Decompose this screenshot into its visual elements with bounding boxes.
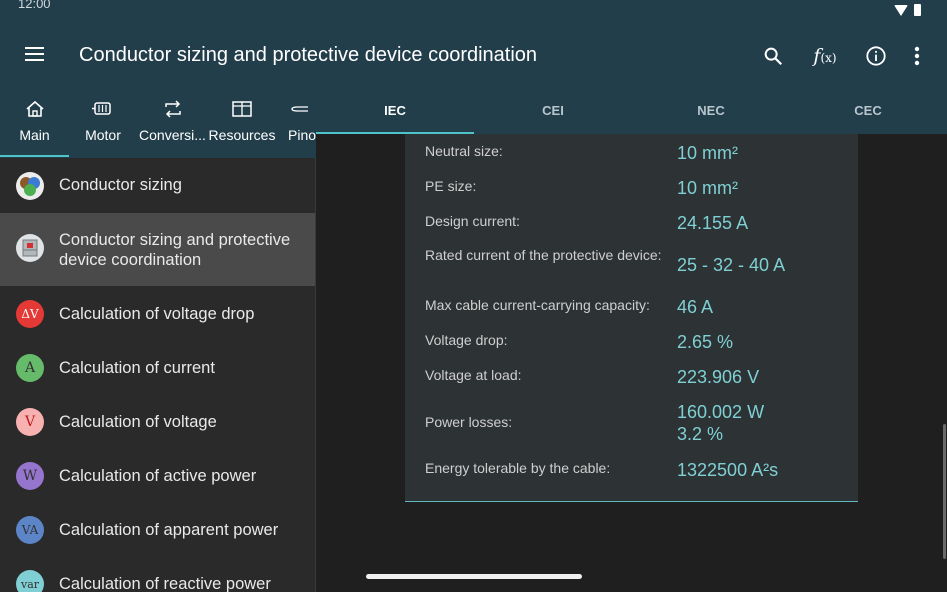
list-item-label: Conductor sizing and protective device c… (59, 231, 291, 269)
tab-label: Motor (85, 127, 121, 143)
menu-icon-line (25, 59, 44, 61)
results-panel: Neutral size: 10 mm² PE size: 10 mm² Des… (316, 134, 947, 592)
tab-conversions[interactable]: Conversi... (138, 86, 207, 158)
result-value-secondary: 3.2 % (677, 424, 724, 444)
page-title: Conductor sizing and protective device c… (79, 44, 538, 66)
result-label: Design current: (425, 213, 520, 229)
status-bar: 12:00 (0, 0, 947, 26)
result-value: 25 - 32 - 40 A (677, 255, 786, 275)
formula-button[interactable]: f(x) (810, 41, 840, 71)
results-card: Neutral size: 10 mm² PE size: 10 mm² Des… (405, 134, 858, 502)
list-item-reactive-power[interactable]: var Calculation of reactive power (0, 557, 315, 592)
tab-nec[interactable]: NEC (632, 86, 790, 134)
info-button[interactable] (861, 41, 891, 71)
gesture-home-bar[interactable] (366, 574, 582, 579)
list-item-voltage[interactable]: V Calculation of voltage (0, 395, 315, 449)
tab-motor[interactable]: Motor (71, 86, 135, 158)
tab-iec[interactable]: IEC (316, 86, 474, 134)
result-value: 10 mm² (677, 178, 739, 198)
result-label: Neutral size: (425, 143, 503, 159)
list-item-label: Conductor sizing (59, 176, 182, 194)
result-label: Max cable current-carrying capacity: (425, 297, 650, 313)
status-time: 12:00 (18, 0, 51, 11)
home-icon (25, 100, 44, 117)
tab-cei[interactable]: CEI (474, 86, 632, 134)
conversion-icon (164, 100, 181, 118)
result-value: 160.002 W (677, 402, 765, 422)
result-value: 10 mm² (677, 143, 739, 163)
conductor-sizing-icon (16, 172, 44, 200)
result-value: 24.155 A (677, 213, 749, 233)
result-label: Rated current of the protective device: (425, 247, 662, 263)
result-label: PE size: (425, 178, 477, 194)
result-label: Energy tolerable by the cable: (425, 460, 611, 476)
tab-label: Pino (288, 127, 316, 143)
tab-pinout[interactable]: Pino (288, 86, 316, 158)
menu-icon-line (25, 53, 44, 55)
list-item-active-power[interactable]: W Calculation of active power (0, 449, 315, 503)
info-icon (866, 46, 886, 66)
app-bar: Conductor sizing and protective device c… (0, 26, 947, 86)
tab-cec[interactable]: CEC (789, 86, 947, 134)
current-icon: A (16, 354, 44, 382)
voltage-icon: V (16, 408, 44, 436)
list-item-current[interactable]: A Calculation of current (0, 341, 315, 395)
motor-icon (92, 102, 111, 115)
menu-button[interactable] (22, 43, 48, 69)
list-item-conductor-sizing-coordination[interactable]: Conductor sizing and protective device c… (0, 213, 315, 286)
protective-device-icon (16, 234, 44, 262)
search-button[interactable] (758, 41, 788, 71)
reactive-power-icon: var (16, 570, 44, 592)
list-item-label: Calculation of apparent power (59, 521, 279, 539)
apparent-power-icon: VA (16, 516, 44, 544)
result-value: 46 A (677, 297, 714, 317)
result-value: 1322500 A²s (677, 460, 779, 480)
resources-icon (232, 101, 252, 117)
list-item-label: Calculation of voltage drop (59, 305, 255, 323)
result-value: 2.65 % (677, 332, 734, 352)
list-item-label: Calculation of active power (59, 467, 257, 485)
menu-icon-line (25, 47, 44, 49)
more-vert-icon (914, 46, 920, 66)
result-label: Voltage drop: (425, 332, 508, 348)
voltage-drop-icon: ΔV (16, 300, 44, 328)
tab-main[interactable]: Main (0, 86, 69, 158)
pinout-icon (291, 106, 308, 112)
standard-tabs: IEC CEI NEC CEC (316, 86, 947, 134)
status-icons (894, 4, 921, 16)
result-value: 223.906 V (677, 367, 760, 387)
list-item-apparent-power[interactable]: VA Calculation of apparent power (0, 503, 315, 557)
active-power-icon: W (16, 462, 44, 490)
tab-label: Main (19, 127, 50, 143)
tab-label: Resources (208, 127, 276, 143)
battery-icon (914, 4, 921, 16)
category-tabs: Main Motor Conversi... Resources Pino (0, 86, 316, 158)
search-icon (764, 47, 783, 66)
wifi-icon (894, 4, 908, 16)
function-icon: f(x) (813, 45, 837, 67)
list-item-conductor-sizing[interactable]: Conductor sizing (0, 158, 315, 212)
list-item-label: Calculation of voltage (59, 413, 217, 431)
tab-resources[interactable]: Resources (209, 86, 275, 158)
scrollbar[interactable] (943, 424, 946, 559)
more-options-button[interactable] (902, 41, 932, 71)
list-item-label: Calculation of current (59, 359, 215, 377)
list-item-voltage-drop[interactable]: ΔV Calculation of voltage drop (0, 287, 315, 341)
tab-label: Conversi... (139, 127, 206, 143)
result-label: Voltage at load: (425, 367, 522, 383)
calculations-list: Conductor sizing Conductor sizing and pr… (0, 158, 316, 592)
result-label: Power losses: (425, 414, 513, 430)
list-item-label: Calculation of reactive power (59, 575, 271, 592)
